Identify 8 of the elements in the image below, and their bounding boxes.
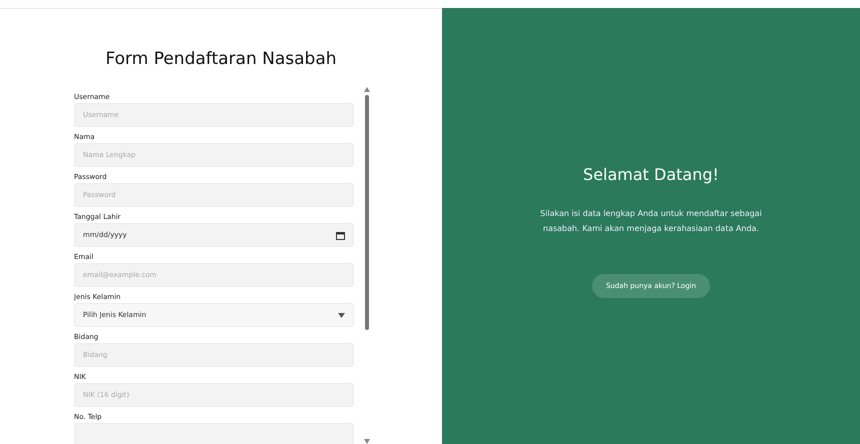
scrollbar-thumb[interactable] — [365, 95, 369, 330]
form-title: Form Pendaftaran Nasabah — [105, 49, 337, 69]
scroll-up-icon[interactable] — [364, 87, 370, 92]
caret-icon — [338, 312, 345, 318]
welcome-title: Selamat Datang! — [583, 164, 719, 184]
welcome-text: Silakan isi data lengkap Anda untuk mendaftar sebagai nasabah. Kami akan menjaga kerahasiaan data Anda. — [539, 208, 763, 235]
scroll-down-icon[interactable] — [364, 439, 370, 444]
calendar-icon[interactable] — [336, 230, 345, 240]
